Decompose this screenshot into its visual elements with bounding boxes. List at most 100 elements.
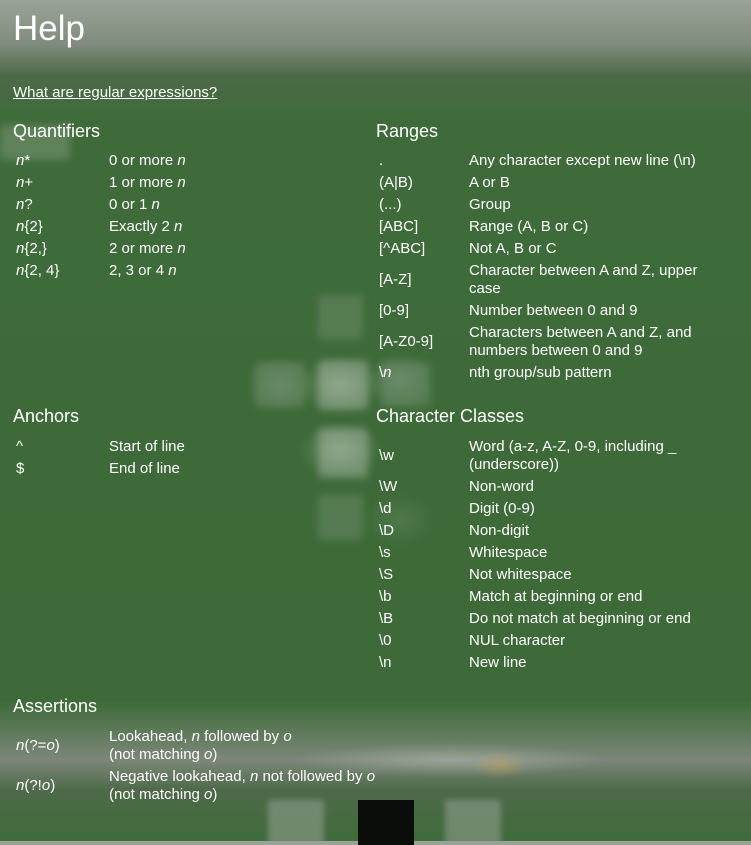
table-row: n? 0 or 1 n — [13, 194, 384, 216]
description-cell: End of line — [109, 460, 180, 477]
description-cell: Any character except new line (\n) — [469, 152, 696, 169]
background-blur-shape — [318, 295, 363, 340]
pattern-cell: \S — [379, 566, 394, 583]
background-blur-shape — [255, 362, 305, 407]
description-cell: Group — [469, 196, 511, 213]
description-cell: Non-word — [469, 478, 535, 495]
description-cell: Exactly 2 n — [109, 218, 183, 235]
description-cell: Number between 0 and 9 — [469, 302, 638, 319]
description-cell: 0 or 1 n — [109, 196, 160, 213]
table-row: n{2,} 2 or more n — [13, 238, 384, 260]
table-row: \w Word (a-z, A-Z, 0-9, including _ (unde… — [376, 436, 732, 476]
table-row: n(?!o) Negative lookahead, n not followe… — [13, 766, 384, 806]
pattern-cell: \w — [379, 447, 394, 464]
table-row: (...) Group — [376, 194, 732, 216]
ranges-heading: Ranges — [376, 121, 439, 141]
table-row: \W Non-word — [376, 476, 732, 498]
description-cell: nth group/sub pattern — [469, 364, 612, 381]
pattern-cell: \D — [379, 522, 394, 539]
background-blur-shape — [268, 800, 324, 845]
anchors-heading: Anchors — [13, 406, 80, 426]
description-cell: Non-digit — [469, 522, 530, 539]
pattern-cell: [ABC] — [379, 218, 419, 235]
description-cell: Lookahead, n followed by o (not matching … — [109, 728, 292, 763]
table-row: n* 0 or more n — [13, 150, 384, 172]
pattern-cell: [A-Z0-9] — [379, 333, 434, 350]
table-row: n(?=o) Lookahead, n followed by o (not ma… — [13, 726, 384, 766]
description-cell: Character between A and Z, upper case — [469, 262, 698, 297]
description-cell: Characters between A and Z, and numbers … — [469, 324, 692, 359]
table-row: [^ABC] Not A, B or C — [376, 238, 732, 260]
assertions-table: n(?=o) Lookahead, n followed by o (not ma… — [13, 726, 384, 806]
pattern-cell: ^ — [16, 438, 24, 455]
table-row: \s Whitespace — [376, 542, 732, 564]
pattern-cell: \B — [379, 610, 394, 627]
table-row: [0-9] Number between 0 and 9 — [376, 300, 732, 322]
description-cell: NUL character — [469, 632, 566, 649]
pattern-cell: (A|B) — [379, 174, 413, 191]
description-cell: Digit (0-9) — [469, 500, 535, 517]
description-cell: New line — [469, 654, 527, 671]
pattern-cell: \W — [379, 478, 398, 495]
description-cell: Whitespace — [469, 544, 548, 561]
description-cell: Negative lookahead, n not followed by o(… — [109, 768, 376, 803]
description-cell: Word (a-z, A-Z, 0-9, including _ (unders… — [469, 438, 677, 473]
table-row: n+ 1 or more n — [13, 172, 384, 194]
pattern-cell: $ — [16, 460, 25, 477]
table-row: [ABC] Range (A, B or C) — [376, 216, 732, 238]
table-row: \b Match at beginning or end — [376, 586, 732, 608]
character-classes-heading: Character Classes — [376, 406, 525, 426]
table-row: \D Non-digit — [376, 520, 732, 542]
table-row: \S Not whitespace — [376, 564, 732, 586]
description-cell: Not A, B or C — [469, 240, 557, 257]
regex-intro-link[interactable]: What are regular expressions? — [13, 84, 217, 101]
description-cell: Do not match at beginning or end — [469, 610, 691, 627]
assertions-heading: Assertions — [13, 696, 98, 716]
table-row: [A-Z0-9] Characters between A and Z, and … — [376, 322, 732, 362]
character-classes-table: \w Word (a-z, A-Z, 0-9, including _ (unde… — [376, 436, 732, 674]
pattern-cell: \n — [379, 654, 392, 671]
description-cell: 2 or more n — [109, 240, 186, 257]
anchors-table: ^ Start of line $ End of line — [13, 436, 384, 480]
pattern-cell: n(?!o) — [16, 777, 56, 794]
background-blur-shape — [318, 360, 368, 410]
description-cell: 2, 3 or 4 n — [109, 262, 177, 279]
ranges-table: . Any character except new line (\n) (A|B… — [376, 150, 732, 384]
description-cell: 0 or more n — [109, 152, 186, 169]
pattern-cell: n{2, 4} — [16, 262, 60, 279]
pattern-cell: n? — [16, 196, 33, 213]
pattern-cell: n* — [16, 152, 31, 169]
pattern-cell: [^ABC] — [379, 240, 426, 257]
table-row: ^ Start of line — [13, 436, 384, 458]
background-blur-shape — [445, 800, 501, 845]
pattern-cell: n+ — [16, 174, 34, 191]
description-cell: Match at beginning or end — [469, 588, 643, 605]
pattern-cell: (...) — [379, 196, 402, 213]
pattern-cell: [A-Z] — [379, 271, 412, 288]
pattern-cell: \s — [379, 544, 391, 561]
pattern-cell: . — [379, 152, 384, 169]
pattern-cell: n{2,} — [16, 240, 47, 257]
pattern-cell: \n — [379, 364, 392, 381]
pattern-cell: \d — [379, 500, 392, 517]
table-row: $ End of line — [13, 458, 384, 480]
pattern-cell: n{2} — [16, 218, 43, 235]
description-cell: 1 or more n — [109, 174, 186, 191]
page-title: Help — [13, 9, 85, 48]
table-row: n{2} Exactly 2 n — [13, 216, 384, 238]
background-blur-shape — [318, 495, 363, 540]
description-cell: A or B — [469, 174, 510, 191]
quantifiers-table: n* 0 or more n n+ 1 or more n n? 0 or 1 … — [13, 150, 384, 282]
table-row: n{2, 4} 2, 3 or 4 n — [13, 260, 384, 282]
table-row: \n nth group/sub pattern — [376, 362, 732, 384]
pattern-cell: \b — [379, 588, 392, 605]
table-row: . Any character except new line (\n) — [376, 150, 732, 172]
table-row: \d Digit (0-9) — [376, 498, 732, 520]
description-cell: Range (A, B or C) — [469, 218, 589, 235]
table-row: \B Do not match at beginning or end — [376, 608, 732, 630]
background-dark-square — [358, 800, 414, 845]
pattern-cell: \0 — [379, 632, 392, 649]
table-row: (A|B) A or B — [376, 172, 732, 194]
pattern-cell: [0-9] — [379, 302, 410, 319]
table-row: [A-Z] Character between A and Z, upper ca… — [376, 260, 732, 300]
